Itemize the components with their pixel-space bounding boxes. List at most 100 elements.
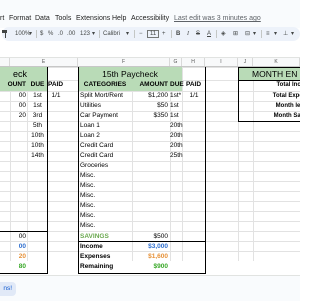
horizontal-align-icon[interactable]: ≡ (266, 30, 270, 38)
menu-help[interactable]: Help (112, 15, 126, 23)
left-cell-amount (0, 131, 26, 141)
menu-tools[interactable]: Tools (55, 15, 71, 23)
paycheck-cell-category: Car Payment (80, 112, 118, 119)
left-income-value: 00 (18, 243, 26, 250)
italic-button[interactable]: I (187, 30, 189, 38)
sheet-tab[interactable]: ns! (0, 282, 16, 296)
chevron-down-icon[interactable]: ▾ (126, 30, 129, 38)
toolbar: 100% ▾ $ % .0 .00 123 ▾ Calibri ▾ − 11 +… (2, 27, 300, 41)
left-cell-due: 14th (31, 152, 44, 159)
left-header-due: DUE (30, 81, 45, 88)
toolbar-divider (216, 30, 217, 38)
paycheck-header-amount: AMOUNT (139, 81, 168, 88)
paycheck-cell-amount (132, 121, 168, 131)
font-size-input[interactable]: 11 (147, 30, 160, 38)
last-edit-link[interactable]: Last edit was 3 minutes ago (174, 15, 261, 23)
paycheck-cell-category: Loan 2 (80, 132, 100, 139)
paycheck-cell-category: Misc. (80, 202, 96, 209)
fill-color-icon[interactable]: ◈ (221, 30, 226, 38)
menu-accessibility[interactable]: Accessibility (131, 15, 169, 23)
sheet-grid[interactable]: eck OUNT DUE PAID 00 00 20 15th Paycheck… (0, 67, 300, 261)
table-border (238, 80, 300, 81)
month-end-row: Total Income (276, 82, 300, 88)
paint-format-icon[interactable] (2, 30, 9, 41)
column-header[interactable] (0, 58, 10, 66)
paycheck-cell-paid (184, 131, 204, 141)
paycheck-cell-category: Utilities (80, 102, 101, 109)
chevron-down-icon[interactable]: ▾ (253, 30, 256, 38)
column-header[interactable]: E (10, 58, 78, 66)
paycheck-cell-category: Misc. (80, 192, 96, 199)
paycheck-cell-category: Misc. (80, 212, 96, 219)
left-cell-due: 1st (33, 102, 42, 109)
chevron-down-icon[interactable]: ▾ (92, 30, 95, 38)
left-cell-due: 5th (32, 122, 43, 129)
vertical-align-icon[interactable]: ⊥ (283, 30, 288, 38)
left-expenses-value: 20 (18, 253, 26, 260)
paycheck-cell-paid (184, 201, 204, 211)
table-border (238, 67, 239, 121)
borders-icon[interactable]: ⊞ (233, 30, 238, 38)
menu-format[interactable]: Format (9, 15, 31, 23)
left-cell-paid: 1/1 (51, 92, 61, 99)
income-value: $3,000 (148, 243, 168, 250)
column-header[interactable]: I (205, 58, 238, 66)
paycheck-cell-paid (184, 191, 204, 201)
merge-cells-icon[interactable]: ⊟ (245, 30, 250, 38)
font-select[interactable]: Calibri (103, 30, 120, 38)
decrease-decimal-button[interactable]: .0 (58, 30, 63, 38)
paycheck-cell-category: Misc. (80, 172, 96, 179)
month-end-row: Month left ov (275, 103, 300, 109)
font-size-decrease-button[interactable]: − (139, 30, 143, 38)
text-color-button[interactable]: A (207, 30, 211, 38)
column-header[interactable]: G (170, 58, 182, 66)
paycheck-cell-amount (132, 191, 168, 201)
paycheck-cell-paid (184, 101, 204, 111)
currency-format-button[interactable]: $ (40, 30, 43, 38)
paycheck-cell-paid (184, 141, 204, 151)
menu-data[interactable]: Data (35, 15, 50, 23)
paycheck-cell-amount (132, 151, 168, 161)
paycheck-header-category: CATEGORIES (83, 81, 127, 88)
column-header[interactable]: F (78, 58, 170, 66)
left-cell-due: 10th (31, 142, 44, 149)
bold-button[interactable]: B (176, 30, 180, 38)
paycheck-cell-paid (184, 211, 204, 221)
paycheck-cell-category: Credit Card (80, 152, 114, 159)
paycheck-header-due: DUE (170, 81, 184, 88)
left-cell-amount: 00 (18, 92, 26, 99)
column-header[interactable]: K (253, 58, 300, 66)
sheet-tab-bar: ns! (0, 275, 300, 301)
paycheck-cell-amount: $50 (157, 102, 168, 109)
toolbar-divider (134, 30, 135, 38)
column-header[interactable]: J (238, 58, 253, 66)
chevron-down-icon[interactable]: ▾ (274, 30, 277, 38)
chevron-down-icon[interactable]: ▾ (29, 30, 32, 38)
number-format-select[interactable]: 123 (80, 30, 90, 38)
table-border (78, 273, 206, 274)
left-cell-due: 10th (31, 132, 44, 139)
left-cell-amount (0, 141, 26, 151)
menu-extensions[interactable]: Extensions (76, 15, 110, 23)
formula-bar[interactable] (0, 42, 300, 58)
increase-decimal-button[interactable]: .00 (67, 30, 75, 38)
toolbar-divider (99, 30, 100, 38)
menu-insert[interactable]: rt (0, 15, 4, 23)
paycheck-header-paid: PAID (185, 81, 202, 88)
menu-bar: rt Format Data Tools Extensions Help Acc… (0, 0, 300, 28)
chevron-down-icon[interactable]: ▾ (291, 30, 294, 38)
left-cell-amount: 00 (18, 102, 26, 109)
column-header[interactable]: H (182, 58, 205, 66)
strikethrough-button[interactable]: S (196, 30, 200, 38)
percent-format-button[interactable]: % (48, 30, 53, 38)
left-cell-paid (48, 131, 64, 141)
left-cell-amount (0, 151, 26, 161)
font-size-increase-button[interactable]: + (162, 30, 166, 38)
month-end-title: MONTH EN (252, 69, 298, 79)
paycheck-cell-paid: 1/1 (189, 92, 199, 99)
paycheck-cell-paid (184, 151, 204, 161)
toolbar-divider (171, 30, 172, 38)
left-section-title: eck (12, 69, 27, 79)
left-header-paid: PAID (47, 81, 64, 88)
expenses-value: $1,600 (148, 253, 168, 260)
